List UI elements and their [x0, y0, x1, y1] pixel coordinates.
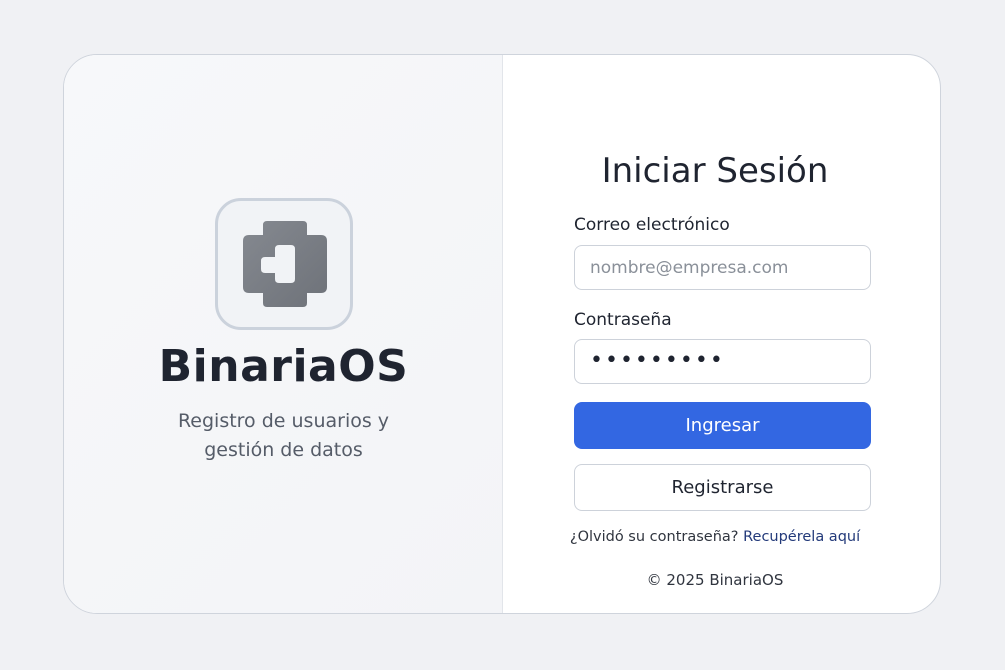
brand-tagline: Registro de usuarios y gestión de datos: [64, 407, 503, 465]
tagline-line-2: gestión de datos: [204, 439, 363, 461]
login-title: Iniciar Sesión: [601, 151, 829, 191]
tagline-line-1: Registro de usuarios y: [177, 410, 390, 432]
forgot-password-text: ¿Olvidó su contraseña?: [569, 529, 739, 545]
forgot-password-row: ¿Olvidó su contraseña? Recupérela aquí: [503, 529, 927, 545]
brand-name: BinariaOS: [158, 341, 409, 392]
recover-password-link[interactable]: Recupérela aquí: [743, 529, 860, 545]
register-button[interactable]: Registrarse: [574, 464, 871, 511]
brand-panel: BinariaOS Registro de usuarios y gestión…: [64, 55, 503, 613]
email-field[interactable]: [574, 245, 871, 290]
email-label: Correo electrónico: [574, 215, 730, 235]
login-form-panel: Iniciar Sesión Correo electrónico Contra…: [503, 55, 940, 613]
binaria-logo-icon: [243, 221, 327, 307]
password-label: Contraseña: [574, 310, 672, 330]
login-button[interactable]: Ingresar: [574, 402, 871, 449]
copyright-text: © 2025 BinariaOS: [646, 571, 784, 589]
password-field[interactable]: •••••••••: [574, 339, 871, 384]
login-card: BinariaOS Registro de usuarios y gestión…: [63, 54, 941, 614]
logo-container: [215, 198, 353, 330]
